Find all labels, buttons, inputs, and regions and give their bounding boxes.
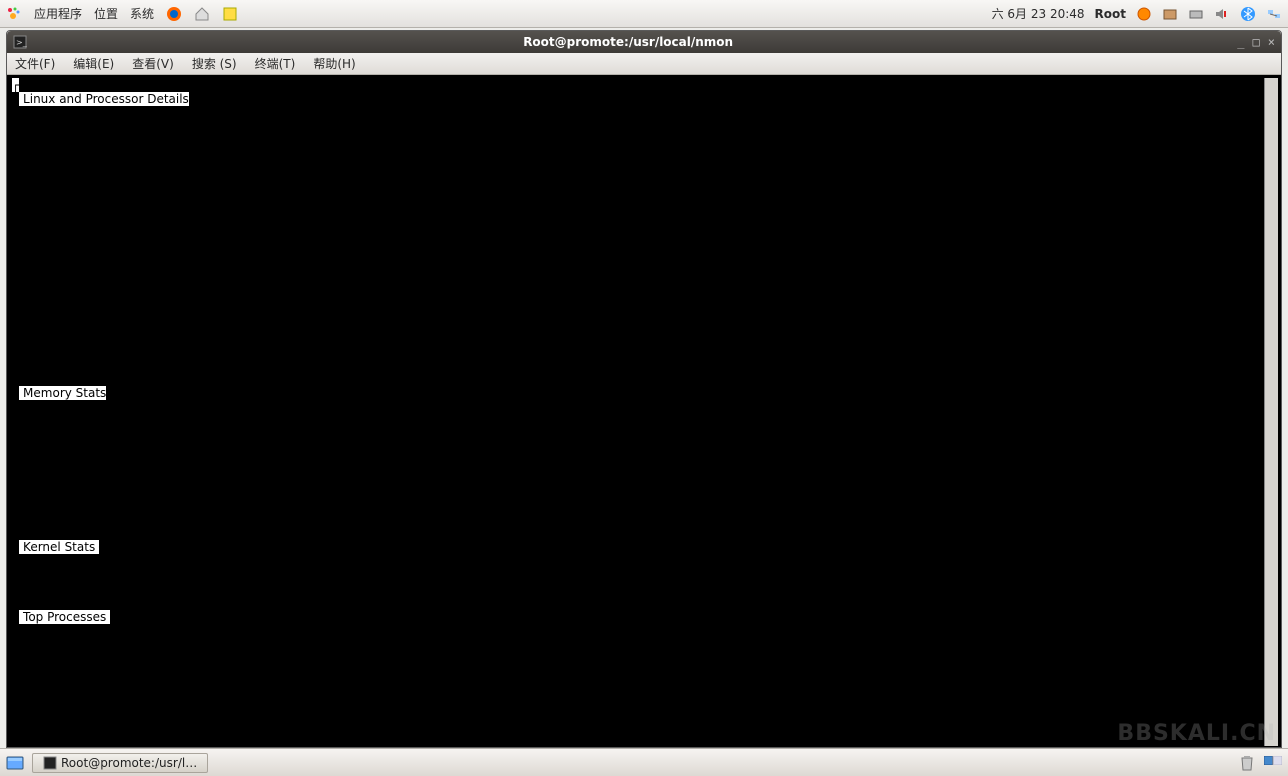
trash-icon[interactable] xyxy=(1238,754,1256,772)
menu-view[interactable]: 查看(V) xyxy=(132,55,174,72)
terminal-app-icon: >_ xyxy=(13,35,27,49)
show-desktop-icon[interactable] xyxy=(6,754,24,772)
terminal-output[interactable]: ┌nmon-14i───────[H for help]───Hostname=… xyxy=(10,78,1264,746)
minimize-button[interactable]: _ xyxy=(1237,35,1244,49)
svg-text:>_: >_ xyxy=(16,38,27,47)
panel-system[interactable]: 系统 xyxy=(130,5,154,22)
printer-icon[interactable] xyxy=(1188,6,1204,22)
close-button[interactable]: × xyxy=(1268,35,1275,49)
menu-terminal[interactable]: 终端(T) xyxy=(255,55,296,72)
desktop-top-panel: 应用程序 位置 系统 六 6月 23 20:48 Root xyxy=(0,0,1288,28)
bluetooth-icon[interactable] xyxy=(1240,6,1256,22)
panel-places[interactable]: 位置 xyxy=(94,5,118,22)
home-icon[interactable] xyxy=(194,6,210,22)
panel-clock[interactable]: 六 6月 23 20:48 xyxy=(992,5,1085,22)
taskbar-window-button[interactable]: Root@promote:/usr/l… xyxy=(32,753,208,773)
maximize-button[interactable]: □ xyxy=(1253,35,1260,49)
window-titlebar[interactable]: >_ Root@promote:/usr/local/nmon _ □ × xyxy=(7,31,1281,53)
menu-edit[interactable]: 编辑(E) xyxy=(73,55,114,72)
taskbar-window-label: Root@promote:/usr/l… xyxy=(61,756,197,770)
volume-icon[interactable] xyxy=(1214,6,1230,22)
window-title: Root@promote:/usr/local/nmon xyxy=(27,35,1229,49)
panel-user[interactable]: Root xyxy=(1095,7,1126,21)
terminal-scrollbar[interactable] xyxy=(1264,78,1278,746)
firefox-icon[interactable] xyxy=(166,6,182,22)
workspace-switcher[interactable] xyxy=(1264,754,1282,772)
desktop-bottom-panel: Root@promote:/usr/l… xyxy=(0,748,1288,776)
gnome-foot-icon xyxy=(6,6,22,22)
terminal-menubar: 文件(F) 编辑(E) 查看(V) 搜索 (S) 终端(T) 帮助(H) xyxy=(7,53,1281,75)
menu-file[interactable]: 文件(F) xyxy=(15,55,55,72)
menu-help[interactable]: 帮助(H) xyxy=(313,55,355,72)
note-icon[interactable] xyxy=(222,6,238,22)
terminal-window: >_ Root@promote:/usr/local/nmon _ □ × 文件… xyxy=(6,30,1282,748)
panel-applications[interactable]: 应用程序 xyxy=(34,5,82,22)
menu-search[interactable]: 搜索 (S) xyxy=(192,55,237,72)
update-icon[interactable] xyxy=(1136,6,1152,22)
package-icon[interactable] xyxy=(1162,6,1178,22)
network-icon[interactable] xyxy=(1266,6,1282,22)
